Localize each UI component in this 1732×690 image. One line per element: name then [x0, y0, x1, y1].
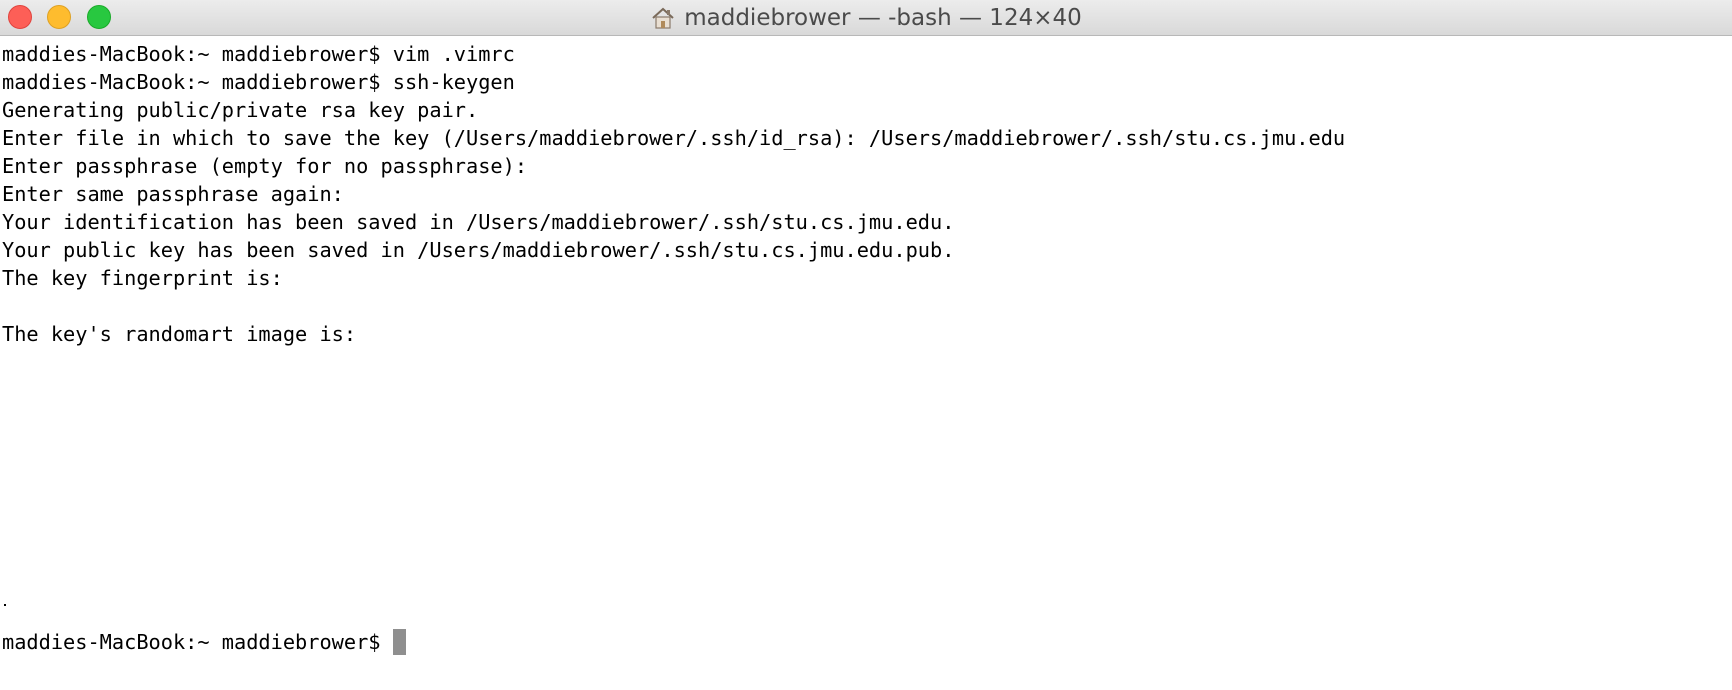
- terminal-line: Your public key has been saved in /Users…: [2, 238, 955, 262]
- redacted-randomart-line: [2, 348, 1730, 376]
- terminal-line: The key's randomart image is:: [2, 322, 357, 346]
- terminal-line: maddies-MacBook:~ maddiebrower$ vim .vim…: [2, 42, 515, 66]
- terminal-line: Enter passphrase (empty for no passphras…: [2, 154, 528, 178]
- redacted-trailing-line: [2, 600, 1730, 628]
- terminal-line: Generating public/private rsa key pair.: [2, 98, 479, 122]
- window-title: maddiebrower — -bash — 124×40: [684, 5, 1082, 31]
- terminal-line: Enter same passphrase again:: [2, 182, 344, 206]
- terminal-line: Enter file in which to save the key (/Us…: [2, 126, 1346, 150]
- prompt-line[interactable]: maddies-MacBook:~ maddiebrower$: [2, 628, 1730, 656]
- terminal-output[interactable]: maddies-MacBook:~ maddiebrower$ vim .vim…: [2, 40, 1730, 688]
- redacted-fingerprint-line: [2, 292, 1730, 320]
- redacted-randomart-area: [2, 376, 1730, 600]
- home-icon: [650, 5, 676, 31]
- shell-prompt: maddies-MacBook:~ maddiebrower$: [2, 630, 393, 654]
- terminal-line: The key fingerprint is:: [2, 266, 283, 290]
- redaction-remnant: [4, 604, 6, 606]
- terminal-window: maddiebrower — -bash — 124×40 maddies-Ma…: [0, 0, 1732, 690]
- terminal-line: Your identification has been saved in /U…: [2, 210, 955, 234]
- title-bar[interactable]: maddiebrower — -bash — 124×40: [0, 0, 1732, 36]
- terminal-line: maddies-MacBook:~ maddiebrower$ ssh-keyg…: [2, 70, 515, 94]
- text-cursor: [392, 629, 406, 655]
- window-title-group: maddiebrower — -bash — 124×40: [0, 0, 1732, 36]
